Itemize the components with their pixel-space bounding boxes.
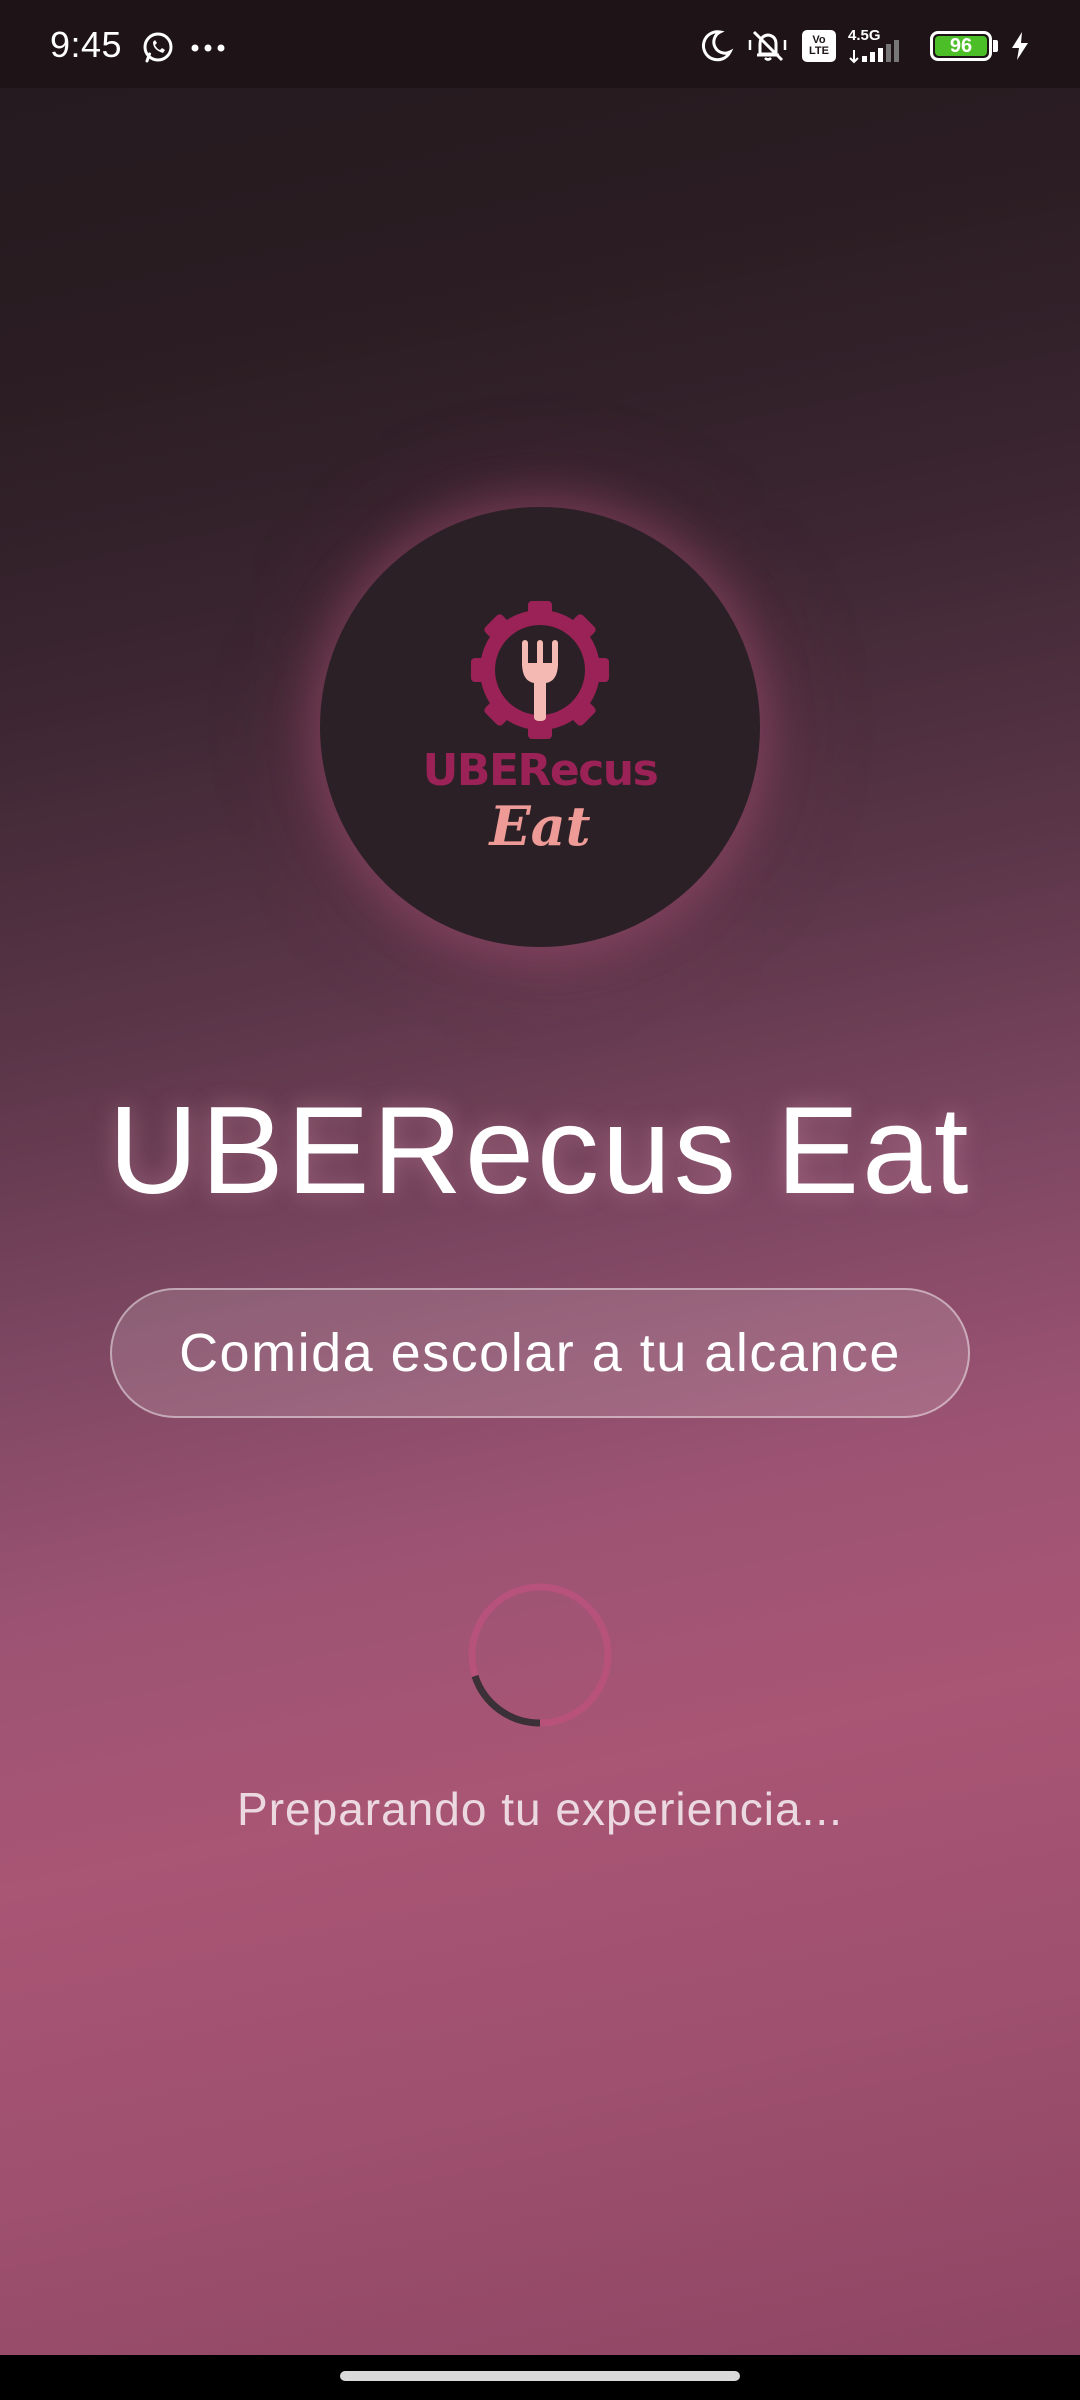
- volte-icon: Vo LTE: [802, 30, 836, 62]
- loading-spinner-icon: [468, 1583, 612, 1727]
- splash-screen: 9:45 Vo LTE 4.5G 96 UBERecus Eat UBERecu…: [0, 0, 1080, 2400]
- logo-graphic: UBERecus Eat: [423, 601, 659, 858]
- status-notification-icons: [140, 30, 226, 66]
- battery-cap: [993, 40, 998, 52]
- moon-icon: [701, 30, 734, 62]
- signal-icon: [849, 40, 899, 64]
- status-time: 9:45: [50, 24, 123, 65]
- status-bar: 9:45 Vo LTE 4.5G 96: [0, 0, 1080, 88]
- volte-label-bottom: LTE: [809, 45, 829, 57]
- navigation-bar: [0, 2355, 1080, 2400]
- battery-level: 96: [949, 34, 973, 57]
- signal-group: 4.5G: [848, 28, 918, 64]
- tagline-text: Comida escolar a tu alcance: [179, 1323, 901, 1383]
- mute-vibrate-icon: [748, 30, 787, 62]
- status-system-icons: Vo LTE 4.5G 96: [698, 28, 1030, 64]
- more-dots-icon: [191, 44, 225, 52]
- battery-icon: 96: [930, 31, 992, 61]
- loading-text: Preparando tu experiencia...: [237, 1783, 843, 1835]
- whatsapp-icon: [143, 32, 173, 63]
- logo-wordmark: UBERecus: [423, 745, 658, 796]
- charging-icon: [1012, 32, 1028, 60]
- home-indicator[interactable]: [340, 2371, 740, 2381]
- app-title: UBERecus Eat: [108, 1082, 972, 1220]
- battery-group: 96: [930, 31, 998, 61]
- logo-badge: UBERecus Eat: [320, 507, 760, 947]
- gear-fork-icon: [471, 601, 609, 739]
- tagline-pill: Comida escolar a tu alcance: [110, 1288, 970, 1418]
- logo-script: Eat: [487, 794, 590, 858]
